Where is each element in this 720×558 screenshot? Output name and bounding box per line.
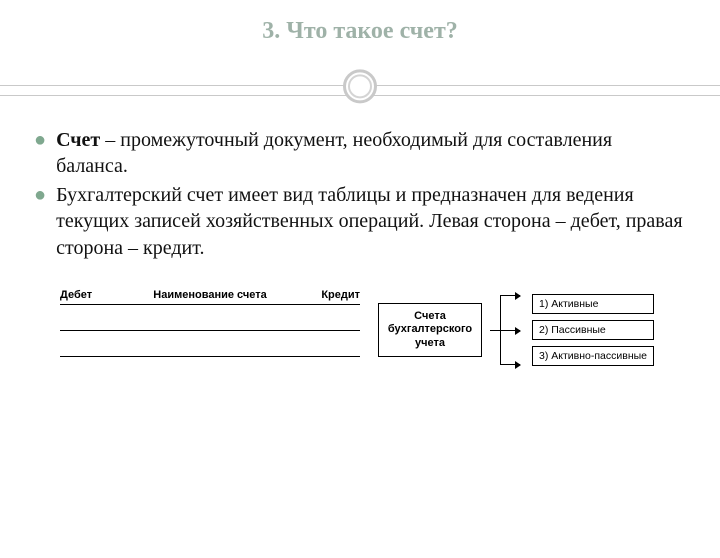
type-box-active: 1) Активные [532,294,654,314]
diagram-connectors [490,289,524,371]
arrow-icon [500,364,520,365]
t-account-figure: Дебет Наименование счета Кредит [60,289,360,357]
term: Счет [56,129,100,151]
type-box-passive: 2) Пассивные [532,320,654,340]
slide-title: 3. Что такое счет? [0,18,720,45]
t-account-header: Дебет Наименование счета Кредит [60,289,360,305]
bullet-text: Бухгалтерский счет имеет вид таблицы и п… [56,182,686,261]
bullet-item: ● Бухгалтерский счет имеет вид таблицы и… [34,182,686,261]
divider-ornament [0,65,720,105]
box-line: бухгалтерского [388,323,472,335]
t-account-debit-label: Дебет [60,289,118,301]
t-account-credit-label: Кредит [302,289,360,301]
diagram-type-list: 1) Активные 2) Пассивные 3) Активно-пасс… [532,294,654,366]
t-account-row [60,305,360,331]
definition: – промежуточный документ, необходимый дл… [56,129,612,177]
figures-row: Дебет Наименование счета Кредит Счета бу… [0,263,720,371]
type-box-active-passive: 3) Активно-пассивные [532,346,654,366]
connector-line [490,330,500,331]
t-account-row [60,331,360,357]
box-line: учета [415,337,445,349]
box-line: Счета [414,310,446,322]
bullet-item: ● Счет – промежуточный документ, необход… [34,127,686,180]
bullet-text: Счет – промежуточный документ, необходим… [56,127,686,180]
accounts-diagram: Счета бухгалтерского учета 1) Активные 2… [378,289,686,371]
diagram-central-box: Счета бухгалтерского учета [378,303,482,357]
bullet-icon: ● [34,182,46,261]
ring-icon [343,69,377,103]
t-account-name-label: Наименование счета [118,289,302,301]
bullet-icon: ● [34,127,46,180]
arrow-icon [500,295,520,296]
body-content: ● Счет – промежуточный документ, необход… [0,105,720,261]
arrow-icon [500,330,520,331]
